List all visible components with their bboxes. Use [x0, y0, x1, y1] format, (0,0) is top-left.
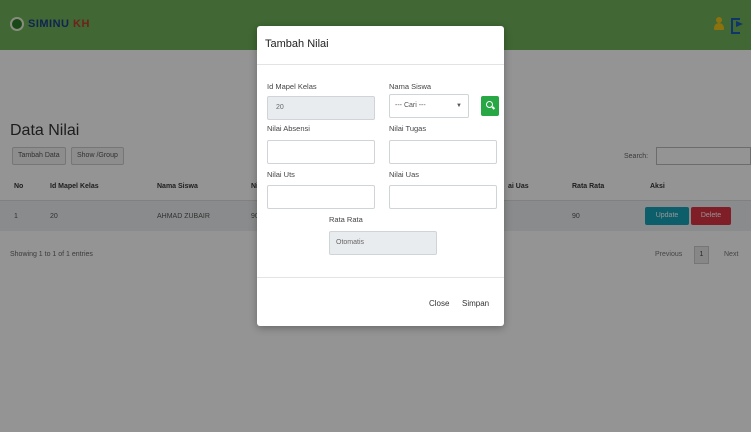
nilai-uas-label: Nilai Uas: [389, 170, 420, 179]
modal-header-divider: [257, 64, 504, 65]
modal-title: Tambah Nilai: [265, 38, 329, 50]
save-button[interactable]: Simpan: [458, 294, 493, 314]
chevron-down-icon: ▼: [456, 103, 462, 109]
modal-footer-divider: [257, 277, 504, 278]
nilai-uts-field[interactable]: [267, 185, 375, 209]
nilai-absensi-label: Nilai Absensi: [267, 124, 310, 133]
id-mapel-field[interactable]: 20: [267, 96, 375, 120]
nama-siswa-select[interactable]: --- Cari --- ▼: [389, 94, 469, 118]
tambah-nilai-modal: Tambah Nilai Id Mapel Kelas 20 Nama Sisw…: [257, 26, 504, 326]
nilai-tugas-label: Nilai Tugas: [389, 124, 427, 133]
nilai-uts-label: Nilai Uts: [267, 170, 295, 179]
rata-rata-field: Otomatis: [329, 231, 437, 255]
rata-rata-label: Rata Rata: [329, 215, 363, 224]
close-button[interactable]: Close: [425, 294, 453, 314]
nilai-tugas-field[interactable]: [389, 140, 497, 164]
search-siswa-button[interactable]: [481, 96, 499, 116]
nilai-uas-field[interactable]: [389, 185, 497, 209]
nilai-absensi-field[interactable]: [267, 140, 375, 164]
nama-siswa-label: Nama Siswa: [389, 82, 432, 91]
id-mapel-label: Id Mapel Kelas: [267, 82, 317, 91]
